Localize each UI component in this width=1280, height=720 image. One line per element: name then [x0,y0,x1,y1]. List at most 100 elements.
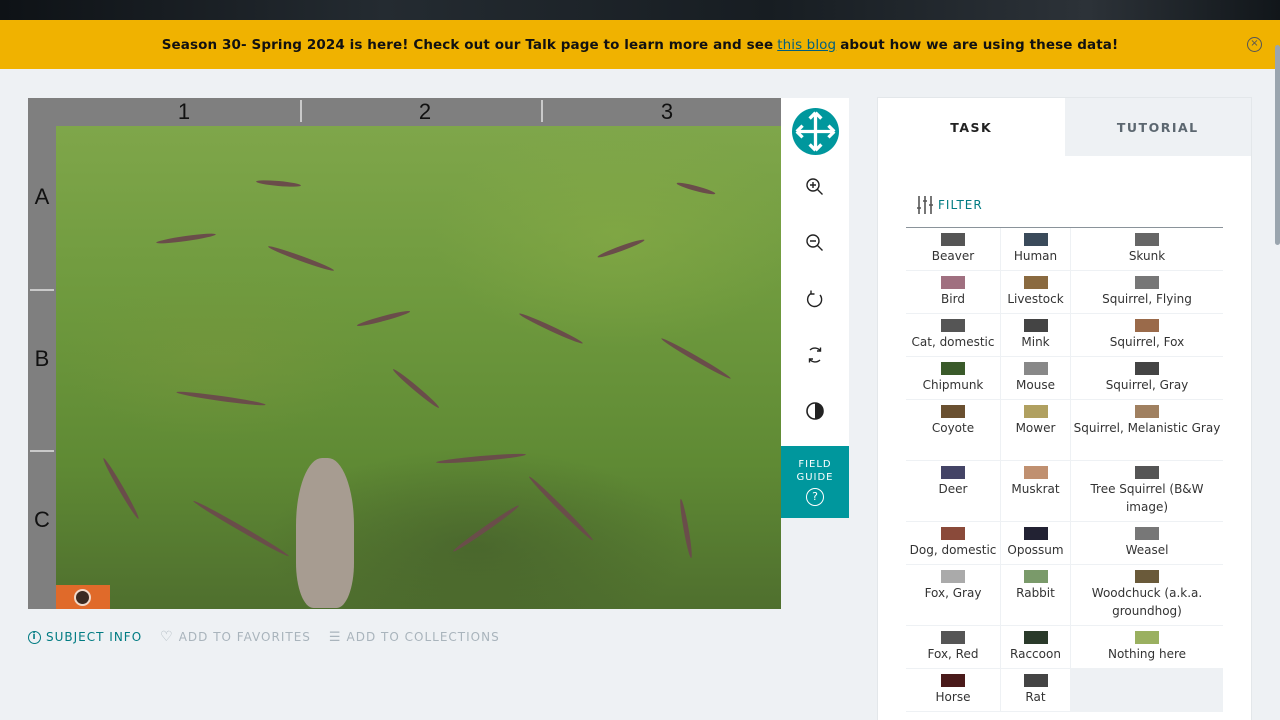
filter-label: FILTER [938,198,983,212]
species-choice-button[interactable]: Squirrel, Fox [1071,314,1223,356]
tab-task[interactable]: TASK [878,98,1065,156]
species-choice-button[interactable]: Fox, Red [906,626,1001,668]
choice-row: Horse Rat [906,669,1223,712]
grid-row-divider [30,450,54,452]
banner-blog-link[interactable]: this blog [777,37,836,53]
choice-row: Deer Muskrat Tree Squirrel (B&W image) [906,461,1223,522]
species-thumbnail [1135,631,1159,644]
species-label: Dog, domestic [909,543,997,557]
species-choice-button[interactable]: Woodchuck (a.k.a. groundhog) [1071,565,1223,625]
move-button[interactable] [792,108,839,155]
field-guide-button[interactable]: FIELD GUIDE ? [781,446,849,518]
camera-trap-image[interactable] [56,126,781,609]
add-collections-button[interactable]: ☰ ADD TO COLLECTIONS [329,629,500,645]
grid-row-label: A [34,184,50,209]
reset-button[interactable] [781,332,849,378]
species-choice-button[interactable]: Weasel [1071,522,1223,564]
species-label: Tree Squirrel (B&W image) [1090,482,1204,514]
species-choice-button[interactable]: Squirrel, Flying [1071,271,1223,313]
species-choice-button[interactable]: Deer [906,461,1001,521]
tab-tutorial[interactable]: TUTORIAL [1064,98,1251,156]
species-thumbnail [941,319,965,332]
invert-button[interactable] [781,388,849,434]
species-choice-button[interactable]: Rabbit [1001,565,1071,625]
species-thumbnail [1023,233,1048,246]
species-thumbnail [1135,527,1159,540]
species-thumbnail [941,466,965,479]
subject-info-button[interactable]: i SUBJECT INFO [28,629,142,645]
species-choice-button[interactable]: Mouse [1001,357,1071,399]
squirrel-figure [296,458,354,608]
task-panel: TASK TUTORIAL FILTER Beaver Human Skunk Bir… [877,97,1252,720]
species-label: Mower [1015,421,1056,435]
panel-tabs: TASK TUTORIAL [878,98,1251,156]
species-choice-button[interactable]: Mink [1001,314,1071,356]
zoom-out-button[interactable] [781,220,849,266]
species-thumbnail [1023,276,1048,289]
species-choice-button[interactable]: Mower [1001,400,1071,460]
species-label: Muskrat [1011,482,1060,496]
species-thumbnail [1135,362,1159,375]
choice-row: Fox, Gray Rabbit Woodchuck (a.k.a. groundh… [906,565,1223,626]
species-choice-button[interactable]: Human [1001,228,1071,270]
list-icon: ☰ [328,629,342,645]
species-choice-button[interactable]: Rat [1001,669,1071,711]
species-label: Rat [1025,690,1046,704]
subject-viewer[interactable]: 1 2 3 A B C [28,98,781,609]
grid-column-label: 2 [418,99,432,124]
species-choice-button[interactable]: Cat, domestic [906,314,1001,356]
zoom-out-icon [806,234,823,251]
species-choice-button[interactable]: Squirrel, Gray [1071,357,1223,399]
species-label: Squirrel, Fox [1109,335,1185,349]
filter-button[interactable]: FILTER [916,195,983,215]
species-choice-button[interactable]: Squirrel, Melanistic Gray [1071,400,1223,460]
grid-row-label: C [34,507,50,532]
page-scrollbar[interactable] [1275,45,1280,245]
close-icon[interactable]: × [1247,37,1262,52]
rotate-button[interactable] [781,276,849,322]
species-choice-button[interactable]: Tree Squirrel (B&W image) [1071,461,1223,521]
species-label: Livestock [1007,292,1064,306]
species-label: Fox, Gray [924,586,982,600]
species-label: Human [1013,249,1058,263]
add-favorites-label: ADD TO FAVORITES [178,630,311,644]
species-thumbnail [941,527,965,540]
species-label: Deer [938,482,968,496]
banner-text: Season 30- Spring 2024 is here! Check ou… [161,36,774,53]
grid-column-label: 3 [660,99,674,124]
species-thumbnail [1023,362,1048,375]
species-choice-button[interactable]: Raccoon [1001,626,1071,668]
species-label: Bird [941,292,965,306]
add-favorites-button[interactable]: ♡ ADD TO FAVORITES [160,629,311,645]
species-label: Chipmunk [922,378,984,392]
species-choice-button[interactable]: Opossum [1001,522,1071,564]
species-choice-button[interactable]: Nothing here [1071,626,1223,668]
choice-empty [1071,669,1223,711]
species-thumbnail [941,362,965,375]
banner-text-end: about how we are using these data! [840,36,1119,53]
species-choice-button[interactable]: Muskrat [1001,461,1071,521]
choice-row: Bird Livestock Squirrel, Flying [906,271,1223,314]
species-choice-button[interactable]: Livestock [1001,271,1071,313]
species-choice-button[interactable]: Coyote [906,400,1001,460]
species-choice-button[interactable]: Dog, domestic [906,522,1001,564]
species-choice-button[interactable]: Beaver [906,228,1001,270]
species-label: Mink [1021,335,1050,349]
species-choice-button[interactable]: Bird [906,271,1001,313]
species-thumbnail [941,276,965,289]
subject-meta-bar: i SUBJECT INFO ♡ ADD TO FAVORITES ☰ ADD … [28,629,500,645]
species-label: Beaver [931,249,975,263]
zoom-in-icon [806,178,823,195]
species-choice-button[interactable]: Skunk [1071,228,1223,270]
choice-row: Chipmunk Mouse Squirrel, Gray [906,357,1223,400]
species-thumbnail [1135,466,1159,479]
species-choice-button[interactable]: Fox, Gray [906,565,1001,625]
zoom-in-button[interactable] [781,164,849,210]
subject-info-label: SUBJECT INFO [46,630,143,644]
species-thumbnail [1023,631,1048,644]
grid-row-divider [30,289,54,291]
species-label: Opossum [1007,543,1064,557]
species-choice-button[interactable]: Chipmunk [906,357,1001,399]
species-choice-grid: Beaver Human Skunk Bird Livestock Squirrel, F… [906,228,1223,712]
species-choice-button[interactable]: Horse [906,669,1001,711]
